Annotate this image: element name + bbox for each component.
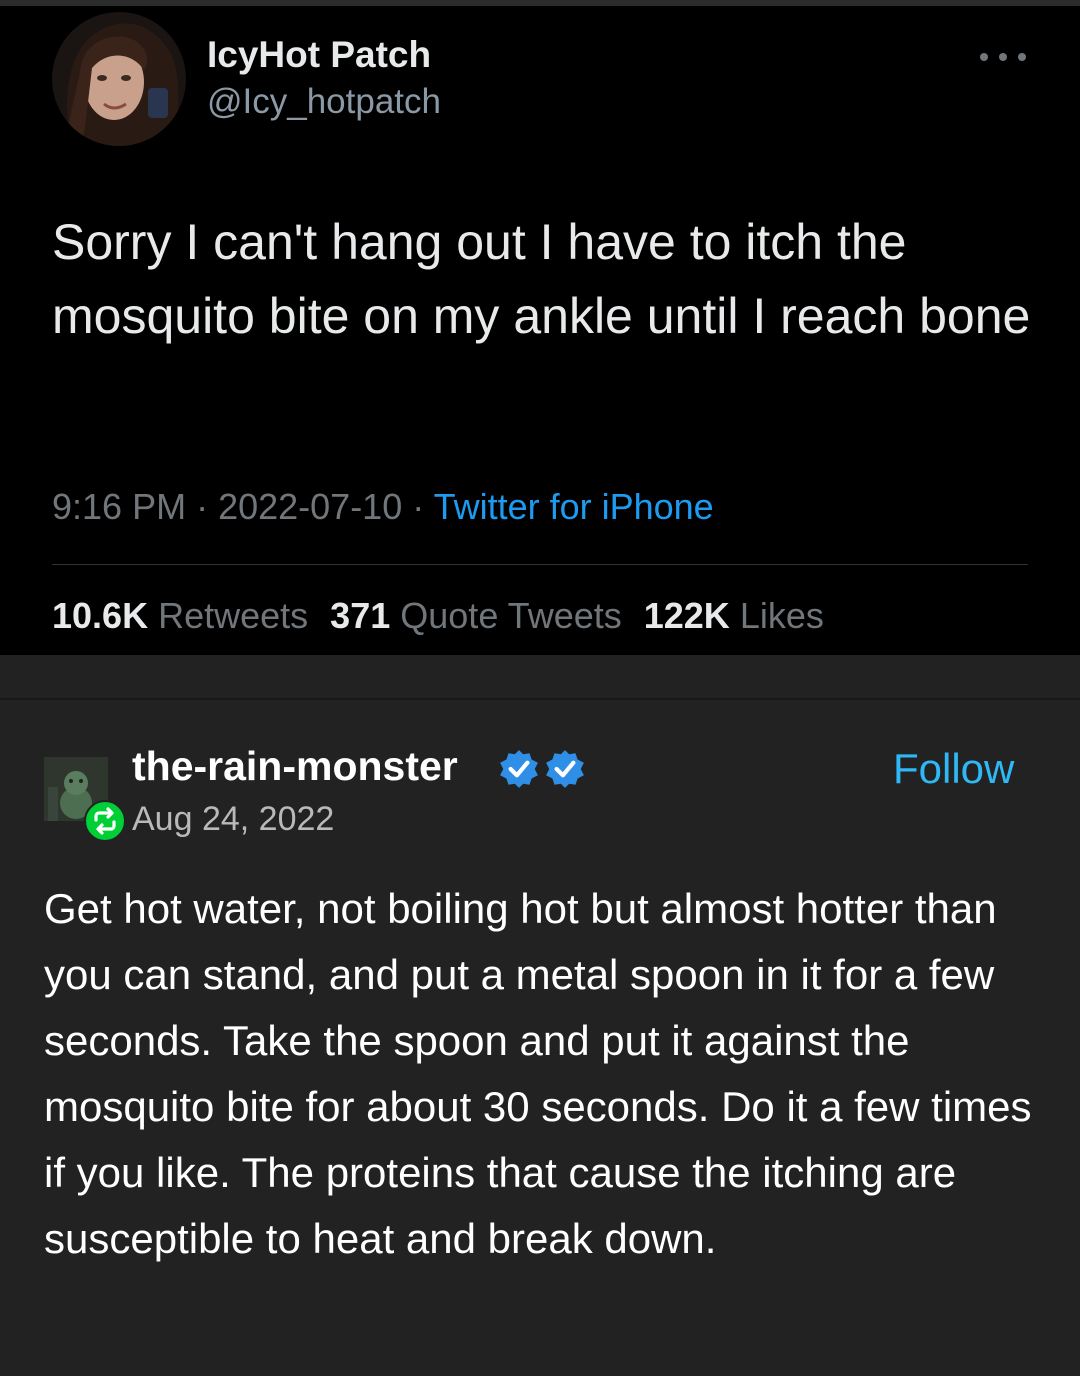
retweets-label: Retweets	[158, 595, 309, 636]
meta-separator: ·	[402, 486, 434, 527]
quotes-label: Quote Tweets	[400, 595, 622, 636]
meta-separator: ·	[186, 486, 219, 527]
tweet-date[interactable]: 2022-07-10	[218, 486, 402, 527]
retweets-stat[interactable]: 10.6K Retweets	[52, 595, 308, 636]
divider	[52, 564, 1028, 565]
likes-count: 122K	[643, 595, 730, 636]
blog-name[interactable]: the-rain-monster	[132, 743, 458, 790]
tweet-stats: 10.6K Retweets 371 Quote Tweets 122K Likes	[52, 595, 824, 637]
verified-badge-icon	[546, 750, 584, 788]
reblog-icon	[84, 800, 126, 842]
retweets-count: 10.6K	[52, 595, 149, 636]
more-dot	[980, 53, 988, 61]
post-divider	[0, 698, 1080, 700]
post-date[interactable]: Aug 24, 2022	[132, 800, 334, 839]
top-strip	[0, 0, 1080, 6]
likes-stat[interactable]: 122K Likes	[644, 595, 824, 636]
more-dot	[999, 53, 1007, 61]
tweet-display-name[interactable]: IcyHot Patch	[207, 34, 431, 76]
tweet-source-link[interactable]: Twitter for iPhone	[434, 486, 714, 527]
likes-label: Likes	[739, 595, 824, 636]
more-horizontal-icon[interactable]	[980, 40, 1026, 74]
quotes-count: 371	[330, 595, 391, 636]
tweet-handle[interactable]: @Icy_hotpatch	[207, 82, 441, 122]
follow-button[interactable]: Follow	[893, 745, 1014, 793]
tweet-author-avatar[interactable]	[52, 12, 186, 146]
avatar-photo-icon	[52, 12, 186, 146]
tweet-card: IcyHot Patch @Icy_hotpatch Sorry I can't…	[0, 0, 1080, 655]
tweet-meta: 9:16 PM · 2022-07-10 · Twitter for iPhon…	[52, 486, 714, 528]
tweet-time[interactable]: 9:16 PM	[52, 486, 186, 527]
verified-badge-icon	[500, 750, 538, 788]
post-body: Get hot water, not boiling hot but almos…	[44, 885, 1032, 1262]
verified-badges	[498, 748, 586, 790]
more-dot	[1018, 53, 1026, 61]
quote-tweets-stat[interactable]: 371 Quote Tweets	[330, 595, 622, 636]
tweet-text: Sorry I can't hang out I have to itch th…	[52, 214, 1031, 344]
